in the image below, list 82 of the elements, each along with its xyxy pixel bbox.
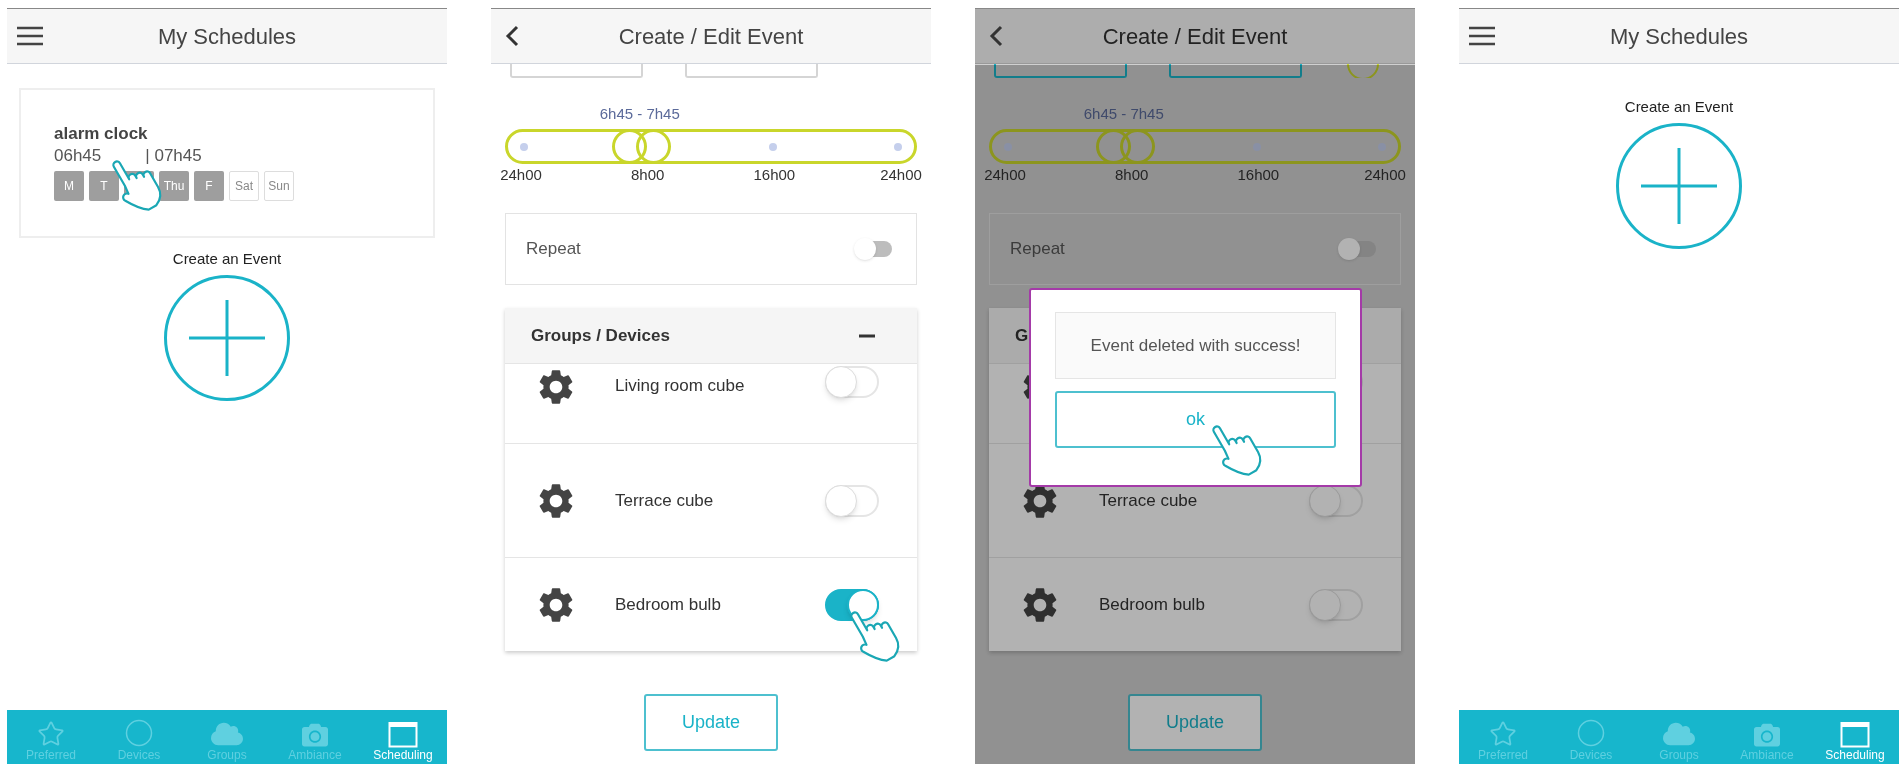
day-chip: M [54, 171, 84, 201]
day-chip: T [89, 171, 119, 201]
tab[interactable]: Devices [95, 710, 183, 764]
end-time: | 07h45 [145, 145, 202, 167]
calendar-icon [1840, 720, 1870, 748]
day-chip: F [194, 171, 224, 201]
slider-thumb[interactable] [1120, 129, 1155, 164]
create-event-label: Create an Event [172, 249, 282, 269]
plus-icon [1641, 147, 1717, 224]
minus-icon[interactable] [859, 333, 875, 338]
tab[interactable]: Ambiance [1723, 710, 1811, 764]
back-icon[interactable] [989, 25, 1003, 47]
tab[interactable]: Preferred [7, 710, 95, 764]
tab[interactable]: Scheduling [1811, 710, 1899, 764]
slider-thumb[interactable] [1095, 129, 1131, 164]
tick-label: 24h00 [984, 165, 1026, 185]
device-name: Bedroom bulb [1099, 593, 1206, 616]
panel-title: Groups / Devices [531, 324, 670, 347]
event-card[interactable]: alarm clock 06h45 | 07h45 M T Thu F Sat Sun [19, 88, 435, 238]
plus-icon [189, 299, 265, 376]
star-icon [37, 720, 65, 748]
calendar-icon [388, 720, 418, 748]
tab[interactable]: Groups [1635, 710, 1723, 764]
toggle-switch[interactable] [1338, 238, 1376, 260]
event-name: alarm clock [54, 124, 148, 144]
circle-icon [124, 718, 154, 748]
tick-label: 8h00 [1114, 165, 1149, 185]
device-name: Terrace cube [1099, 489, 1199, 512]
tab[interactable]: Ambiance [271, 710, 359, 764]
tick-label: 24h00 [1364, 165, 1406, 185]
tick-label: 24h00 [500, 165, 542, 185]
time-range-slider[interactable] [989, 129, 1401, 164]
start-time: 06h45 [54, 145, 102, 167]
slider-thumb[interactable] [611, 129, 647, 164]
circle-icon [1576, 718, 1606, 748]
back-icon[interactable] [505, 25, 519, 47]
range-label: 6h45 - 7h45 [599, 104, 680, 124]
day-chip: Thu [159, 171, 189, 201]
range-label: 6h45 - 7h45 [1083, 104, 1164, 124]
tab[interactable]: Preferred [1459, 710, 1547, 764]
camera-icon [301, 722, 329, 748]
panel-title: G [1015, 324, 1029, 347]
device-name: Terrace cube [615, 489, 715, 512]
menu-icon[interactable] [1469, 26, 1495, 46]
repeat-label: Repeat [526, 238, 581, 261]
dialog-message: Event deleted with success! [1055, 312, 1336, 379]
tab[interactable]: Devices [1547, 710, 1635, 764]
screen-title: My Schedules [157, 22, 297, 51]
screen-title: My Schedules [1609, 22, 1749, 51]
tab[interactable]: Groups [183, 710, 271, 764]
camera-icon [1753, 722, 1781, 748]
add-event-button[interactable] [1616, 122, 1742, 249]
time-field[interactable] [510, 64, 643, 78]
slider-thumb[interactable] [636, 129, 671, 164]
repeat-label: Repeat [1010, 238, 1065, 261]
tab[interactable]: Scheduling [359, 710, 447, 764]
tick-label: 16h00 [1237, 165, 1280, 185]
star-icon [1489, 720, 1517, 748]
time-field[interactable] [685, 64, 818, 78]
update-button[interactable]: Update [1128, 694, 1262, 751]
tick-label: 24h00 [880, 165, 922, 185]
time-field[interactable] [994, 64, 1127, 78]
cloud-icon [211, 720, 243, 748]
toggle-switch[interactable] [854, 238, 892, 260]
toggle-switch[interactable] [825, 588, 879, 621]
tick-label: 8h00 [630, 165, 665, 185]
day-chip: Sun [264, 171, 294, 201]
time-range-slider[interactable] [505, 129, 917, 164]
device-name: Bedroom bulb [615, 593, 722, 616]
update-button[interactable]: Update [644, 694, 778, 751]
add-event-button[interactable] [164, 274, 290, 401]
screen-title: Create / Edit Event [618, 22, 804, 51]
screen-title: Create / Edit Event [1102, 22, 1288, 51]
device-name: Living room cube [615, 375, 746, 397]
tick-label: 16h00 [753, 165, 796, 185]
panel-header[interactable]: Groups / Devices [505, 308, 917, 364]
menu-icon[interactable] [17, 26, 43, 46]
create-event-label: Create an Event [1624, 97, 1734, 117]
time-field[interactable] [1169, 64, 1302, 78]
cloud-icon [1663, 720, 1695, 748]
day-chip: Sat [229, 171, 259, 201]
ok-button[interactable]: ok [1055, 391, 1336, 448]
